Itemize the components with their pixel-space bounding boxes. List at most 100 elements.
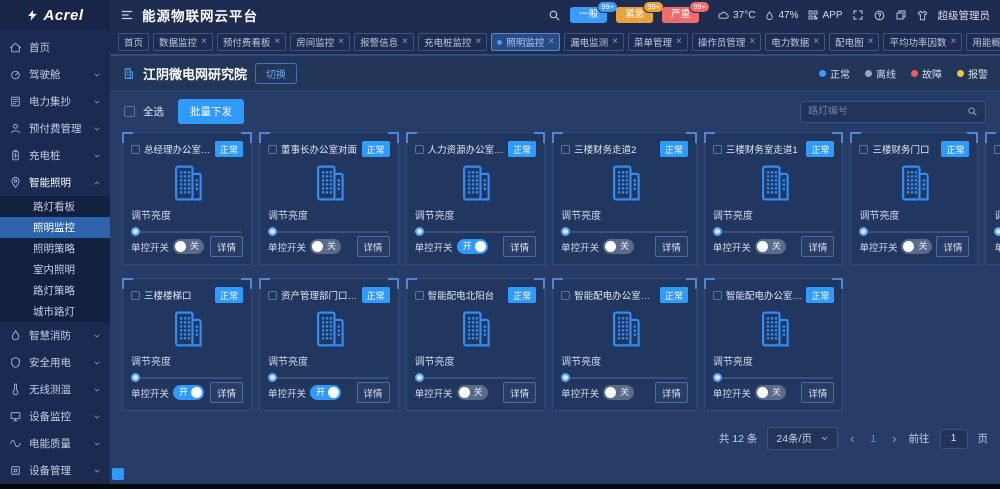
- switch-toggle[interactable]: 开: [173, 385, 204, 400]
- brightness-slider[interactable]: [269, 372, 389, 380]
- detail-button[interactable]: 详情: [357, 382, 390, 403]
- card-checkbox[interactable]: [268, 291, 277, 300]
- tab-用能概况[interactable]: 用能概况×: [966, 33, 1000, 51]
- tab-close-icon[interactable]: ×: [402, 37, 408, 47]
- detail-button[interactable]: 详情: [936, 236, 969, 257]
- tab-close-icon[interactable]: ×: [813, 37, 819, 47]
- sidebar-item-首页[interactable]: 首页: [0, 34, 110, 61]
- slider-handle[interactable]: [713, 373, 722, 382]
- search-icon[interactable]: [967, 106, 978, 117]
- sidebar-item-预付费管理[interactable]: 预付费管理: [0, 115, 110, 142]
- tab-close-icon[interactable]: ×: [338, 37, 344, 47]
- sidebar-subitem-照明策略[interactable]: 照明策略: [0, 238, 110, 259]
- slider-handle[interactable]: [859, 227, 868, 236]
- card-checkbox[interactable]: [713, 291, 722, 300]
- switch-toggle[interactable]: 关: [457, 385, 488, 400]
- sidebar-subitem-照明监控[interactable]: 照明监控: [0, 217, 110, 238]
- sidebar-subitem-路灯看板[interactable]: 路灯看板: [0, 196, 110, 217]
- alarm-badge-一般[interactable]: 一般99+: [570, 7, 607, 23]
- float-button[interactable]: [112, 468, 124, 480]
- brightness-slider[interactable]: [132, 372, 242, 380]
- switch-toggle[interactable]: 关: [173, 239, 204, 254]
- sidebar-subitem-室内照明[interactable]: 室内照明: [0, 259, 110, 280]
- switch-toggle[interactable]: 关: [603, 385, 634, 400]
- tab-close-icon[interactable]: ×: [749, 37, 755, 47]
- card-checkbox[interactable]: [561, 291, 570, 300]
- slider-handle[interactable]: [268, 373, 277, 382]
- fullscreen-icon[interactable]: [852, 9, 864, 21]
- slider-handle[interactable]: [561, 227, 570, 236]
- detail-button[interactable]: 详情: [801, 236, 834, 257]
- tab-close-icon[interactable]: ×: [950, 37, 956, 47]
- current-page[interactable]: 1: [866, 433, 880, 445]
- sidebar-item-设备管理[interactable]: 设备管理: [0, 457, 110, 484]
- slider-handle[interactable]: [415, 373, 424, 382]
- sidebar-item-驾驶舱[interactable]: 驾驶舱: [0, 61, 110, 88]
- slider-handle[interactable]: [415, 227, 424, 236]
- switch-toggle[interactable]: 关: [310, 239, 341, 254]
- switch-toggle[interactable]: 开: [457, 239, 488, 254]
- sidebar-subitem-城市路灯[interactable]: 城市路灯: [0, 301, 110, 322]
- batch-send-button[interactable]: 批量下发: [178, 99, 244, 124]
- tab-报警信息[interactable]: 报警信息×: [354, 33, 414, 51]
- help-icon[interactable]: [873, 9, 886, 22]
- tab-预付费看板[interactable]: 预付费看板×: [217, 33, 286, 51]
- brightness-slider[interactable]: [860, 226, 968, 234]
- sidebar-item-安全用电[interactable]: 安全用电: [0, 349, 110, 376]
- detail-button[interactable]: 详情: [503, 236, 536, 257]
- search-input[interactable]: [808, 106, 962, 117]
- tab-数据监控[interactable]: 数据监控×: [153, 33, 213, 51]
- slider-handle[interactable]: [713, 227, 722, 236]
- card-checkbox[interactable]: [268, 145, 277, 154]
- detail-button[interactable]: 详情: [210, 236, 243, 257]
- sidebar-item-电力集抄[interactable]: 电力集抄: [0, 88, 110, 115]
- goto-page-input[interactable]: [940, 429, 968, 449]
- brightness-slider[interactable]: [562, 372, 687, 380]
- sidebar-subitem-路灯策略[interactable]: 路灯策略: [0, 280, 110, 301]
- detail-button[interactable]: 详情: [655, 236, 688, 257]
- brightness-slider[interactable]: [562, 226, 687, 234]
- next-page-button[interactable]: ›: [890, 431, 898, 446]
- tab-菜单管理[interactable]: 菜单管理×: [628, 33, 688, 51]
- sidebar-item-电能质量[interactable]: 电能质量: [0, 430, 110, 457]
- detail-button[interactable]: 详情: [210, 382, 243, 403]
- tab-首页[interactable]: 首页: [118, 33, 149, 51]
- card-checkbox[interactable]: [994, 145, 1000, 154]
- switch-toggle[interactable]: 关: [755, 385, 786, 400]
- menu-collapse-icon[interactable]: [120, 8, 134, 22]
- multi-window-icon[interactable]: [895, 9, 907, 21]
- tab-充电桩监控[interactable]: 充电桩监控×: [418, 33, 487, 51]
- tab-电力数据[interactable]: 电力数据×: [765, 33, 825, 51]
- slider-handle[interactable]: [131, 227, 140, 236]
- alarm-badge-严重[interactable]: 严重99+: [662, 7, 699, 23]
- current-user[interactable]: 超级管理员: [938, 8, 991, 23]
- detail-button[interactable]: 详情: [357, 236, 390, 257]
- prev-page-button[interactable]: ‹: [848, 431, 856, 446]
- tab-漏电监测[interactable]: 漏电监测×: [564, 33, 624, 51]
- slider-handle[interactable]: [561, 373, 570, 382]
- theme-shirt-icon[interactable]: [916, 9, 929, 22]
- brightness-slider[interactable]: [995, 226, 1000, 234]
- sidebar-item-设备监控[interactable]: 设备监控: [0, 403, 110, 430]
- tab-操作员管理[interactable]: 操作员管理×: [692, 33, 761, 51]
- brightness-slider[interactable]: [269, 226, 389, 234]
- card-checkbox[interactable]: [415, 145, 424, 154]
- brightness-slider[interactable]: [714, 226, 834, 234]
- switch-toggle[interactable]: 开: [310, 385, 341, 400]
- card-checkbox[interactable]: [713, 145, 722, 154]
- card-checkbox[interactable]: [415, 291, 424, 300]
- tab-close-icon[interactable]: ×: [201, 37, 207, 47]
- tab-close-icon[interactable]: ×: [475, 37, 481, 47]
- tab-close-icon[interactable]: ×: [612, 37, 618, 47]
- tab-close-icon[interactable]: ×: [548, 37, 554, 47]
- card-checkbox[interactable]: [561, 145, 570, 154]
- sidebar-item-智慧消防[interactable]: 智慧消防: [0, 322, 110, 349]
- app-download[interactable]: APP: [807, 9, 842, 21]
- search-icon[interactable]: [548, 9, 561, 22]
- tab-照明监控[interactable]: 照明监控×: [491, 33, 560, 51]
- slider-handle[interactable]: [131, 373, 140, 382]
- brightness-slider[interactable]: [416, 372, 536, 380]
- site-switch-button[interactable]: 切换: [255, 63, 297, 84]
- card-checkbox[interactable]: [131, 145, 140, 154]
- slider-handle[interactable]: [268, 227, 277, 236]
